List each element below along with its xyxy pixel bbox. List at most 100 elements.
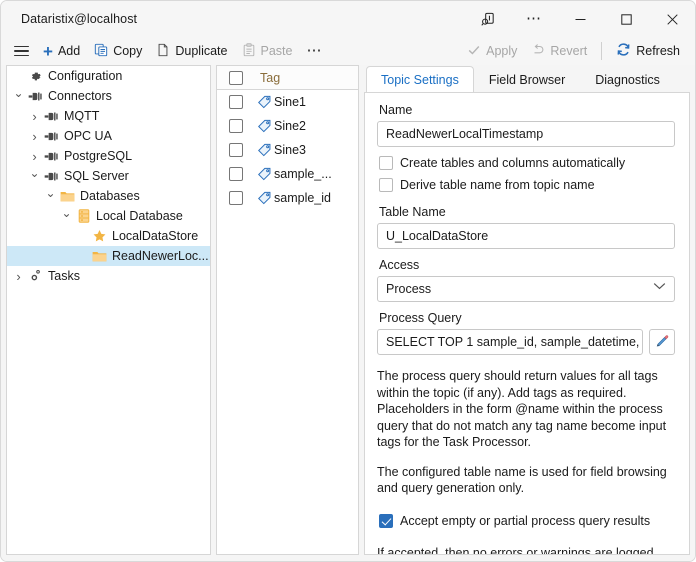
derive-table-row[interactable]: Derive table name from topic name xyxy=(379,174,675,196)
toolbar-overflow-label: ⋯ xyxy=(306,47,322,55)
tag-row[interactable]: sample_id xyxy=(217,186,358,210)
create-tables-checkbox[interactable] xyxy=(379,156,393,170)
refresh-button[interactable]: Refresh xyxy=(609,39,687,63)
tree-item-label: Tasks xyxy=(48,270,80,283)
tag-rows: Sine1Sine2Sine3sample_... sample_id xyxy=(217,90,358,210)
process-query-input[interactable]: SELECT TOP 1 sample_id, sample_datetime,… xyxy=(377,329,643,355)
chevron-down-icon xyxy=(653,281,666,293)
check-icon xyxy=(467,43,481,60)
copy-label: Copy xyxy=(113,45,142,58)
accept-empty-checkbox[interactable] xyxy=(379,514,393,528)
plug-icon xyxy=(26,90,45,103)
maximize-button[interactable] xyxy=(603,1,649,37)
chevron-right-icon[interactable] xyxy=(27,129,42,144)
folder-icon xyxy=(90,250,109,263)
add-label: Add xyxy=(58,45,80,58)
create-tables-row[interactable]: Create tables and columns automatically xyxy=(379,152,675,174)
apply-button: Apply xyxy=(460,39,524,63)
name-input[interactable]: ReadNewerLocalTimestamp xyxy=(377,121,675,147)
close-button[interactable] xyxy=(649,1,695,37)
derive-table-checkbox[interactable] xyxy=(379,178,393,192)
search-document-icon[interactable] xyxy=(465,1,511,37)
tree-item-mqtt[interactable]: MQTT xyxy=(7,106,210,126)
chevron-right-icon[interactable] xyxy=(11,269,26,284)
table-name-input[interactable]: U_LocalDataStore xyxy=(377,223,675,249)
chevron-down-icon[interactable] xyxy=(27,169,42,183)
help-paragraph-3: If accepted, then no errors or warnings … xyxy=(377,545,675,556)
edit-query-button[interactable] xyxy=(649,329,675,355)
tree-item-label: SQL Server xyxy=(64,170,129,183)
navigation-tree[interactable]: Configuration Connectors MQTT OPC UA Postgre… xyxy=(6,65,211,555)
tag-row-checkbox[interactable] xyxy=(217,167,254,181)
chevron-down-icon[interactable] xyxy=(59,209,74,223)
plug-icon xyxy=(42,130,61,143)
tag-select-all-checkbox[interactable] xyxy=(217,71,254,85)
tree-item-readnewerloc[interactable]: ReadNewerLoc... xyxy=(7,246,210,266)
title-bar: Dataristix@localhost ⋯ xyxy=(1,1,695,37)
tab-topic-settings[interactable]: Topic Settings xyxy=(366,66,474,92)
tag-row-checkbox[interactable] xyxy=(217,143,254,157)
refresh-label: Refresh xyxy=(636,45,680,58)
access-label: Access xyxy=(379,258,675,272)
apply-label: Apply xyxy=(486,45,517,58)
tasks-gear-icon xyxy=(26,269,45,283)
tag-row[interactable]: Sine1 xyxy=(217,90,358,114)
chevron-down-icon[interactable] xyxy=(43,189,58,203)
derive-table-label: Derive table name from topic name xyxy=(400,178,595,192)
tree-item-label: Connectors xyxy=(48,90,112,103)
plug-icon xyxy=(42,110,61,123)
star-icon xyxy=(90,229,109,243)
tree-item-label: PostgreSQL xyxy=(64,150,132,163)
plus-icon: + xyxy=(43,43,53,60)
chevron-right-icon[interactable] xyxy=(27,149,42,164)
tree-item-opc-ua[interactable]: OPC UA xyxy=(7,126,210,146)
tree-item-label: ReadNewerLoc... xyxy=(112,250,209,263)
tag-icon xyxy=(254,95,274,109)
paste-label: Paste xyxy=(261,45,293,58)
tree-item-sql-server[interactable]: SQL Server xyxy=(7,166,210,186)
tree-item-label: Local Database xyxy=(96,210,183,223)
tag-name-label: sample_id xyxy=(274,191,331,205)
menu-button[interactable] xyxy=(7,39,36,63)
copy-button[interactable]: Copy xyxy=(87,39,149,63)
tree-item-localdatastore[interactable]: LocalDataStore xyxy=(7,226,210,246)
toolbar-overflow-button[interactable]: ⋯ xyxy=(299,39,329,63)
pencil-icon xyxy=(655,333,670,351)
title-more-button[interactable]: ⋯ xyxy=(511,1,557,37)
tree-item-configuration[interactable]: Configuration xyxy=(7,66,210,86)
add-button[interactable]: + Add xyxy=(36,39,87,63)
plug-icon xyxy=(42,170,61,183)
tree-item-local-database[interactable]: Local Database xyxy=(7,206,210,226)
tab-topic-settings-label: Topic Settings xyxy=(381,73,459,87)
settings-panel: Topic Settings Field Browser Diagnostics… xyxy=(364,65,690,555)
tag-column-header: Tag xyxy=(260,71,280,85)
tag-row-checkbox[interactable] xyxy=(217,95,254,109)
tree-item-label: MQTT xyxy=(64,110,99,123)
help-paragraph-2: The configured table name is used for fi… xyxy=(377,464,675,497)
tag-row[interactable]: sample_... xyxy=(217,162,358,186)
tag-row-checkbox[interactable] xyxy=(217,119,254,133)
revert-label: Revert xyxy=(550,45,587,58)
process-query-row: SELECT TOP 1 sample_id, sample_datetime,… xyxy=(377,329,675,355)
tree-item-databases[interactable]: Databases xyxy=(7,186,210,206)
tree-item-tasks[interactable]: Tasks xyxy=(7,266,210,286)
main-toolbar: + Add Copy Duplicate xyxy=(1,37,695,65)
name-label: Name xyxy=(379,103,675,117)
access-select[interactable]: Process xyxy=(377,276,675,302)
help-paragraph-1: The process query should return values f… xyxy=(377,368,675,451)
duplicate-button[interactable]: Duplicate xyxy=(149,39,234,63)
chevron-right-icon[interactable] xyxy=(27,109,42,124)
tag-row[interactable]: Sine2 xyxy=(217,114,358,138)
tag-icon xyxy=(254,167,274,181)
accept-empty-row[interactable]: Accept empty or partial process query re… xyxy=(379,510,675,532)
minimize-button[interactable] xyxy=(557,1,603,37)
chevron-down-icon[interactable] xyxy=(11,89,26,103)
tab-diagnostics[interactable]: Diagnostics xyxy=(580,66,675,92)
tab-field-browser[interactable]: Field Browser xyxy=(474,66,580,92)
tree-rows: Configuration Connectors MQTT OPC UA Postgre… xyxy=(7,66,210,286)
tree-item-label: LocalDataStore xyxy=(112,230,198,243)
tag-row-checkbox[interactable] xyxy=(217,191,254,205)
tree-item-postgresql[interactable]: PostgreSQL xyxy=(7,146,210,166)
tree-item-connectors[interactable]: Connectors xyxy=(7,86,210,106)
tag-row[interactable]: Sine3 xyxy=(217,138,358,162)
